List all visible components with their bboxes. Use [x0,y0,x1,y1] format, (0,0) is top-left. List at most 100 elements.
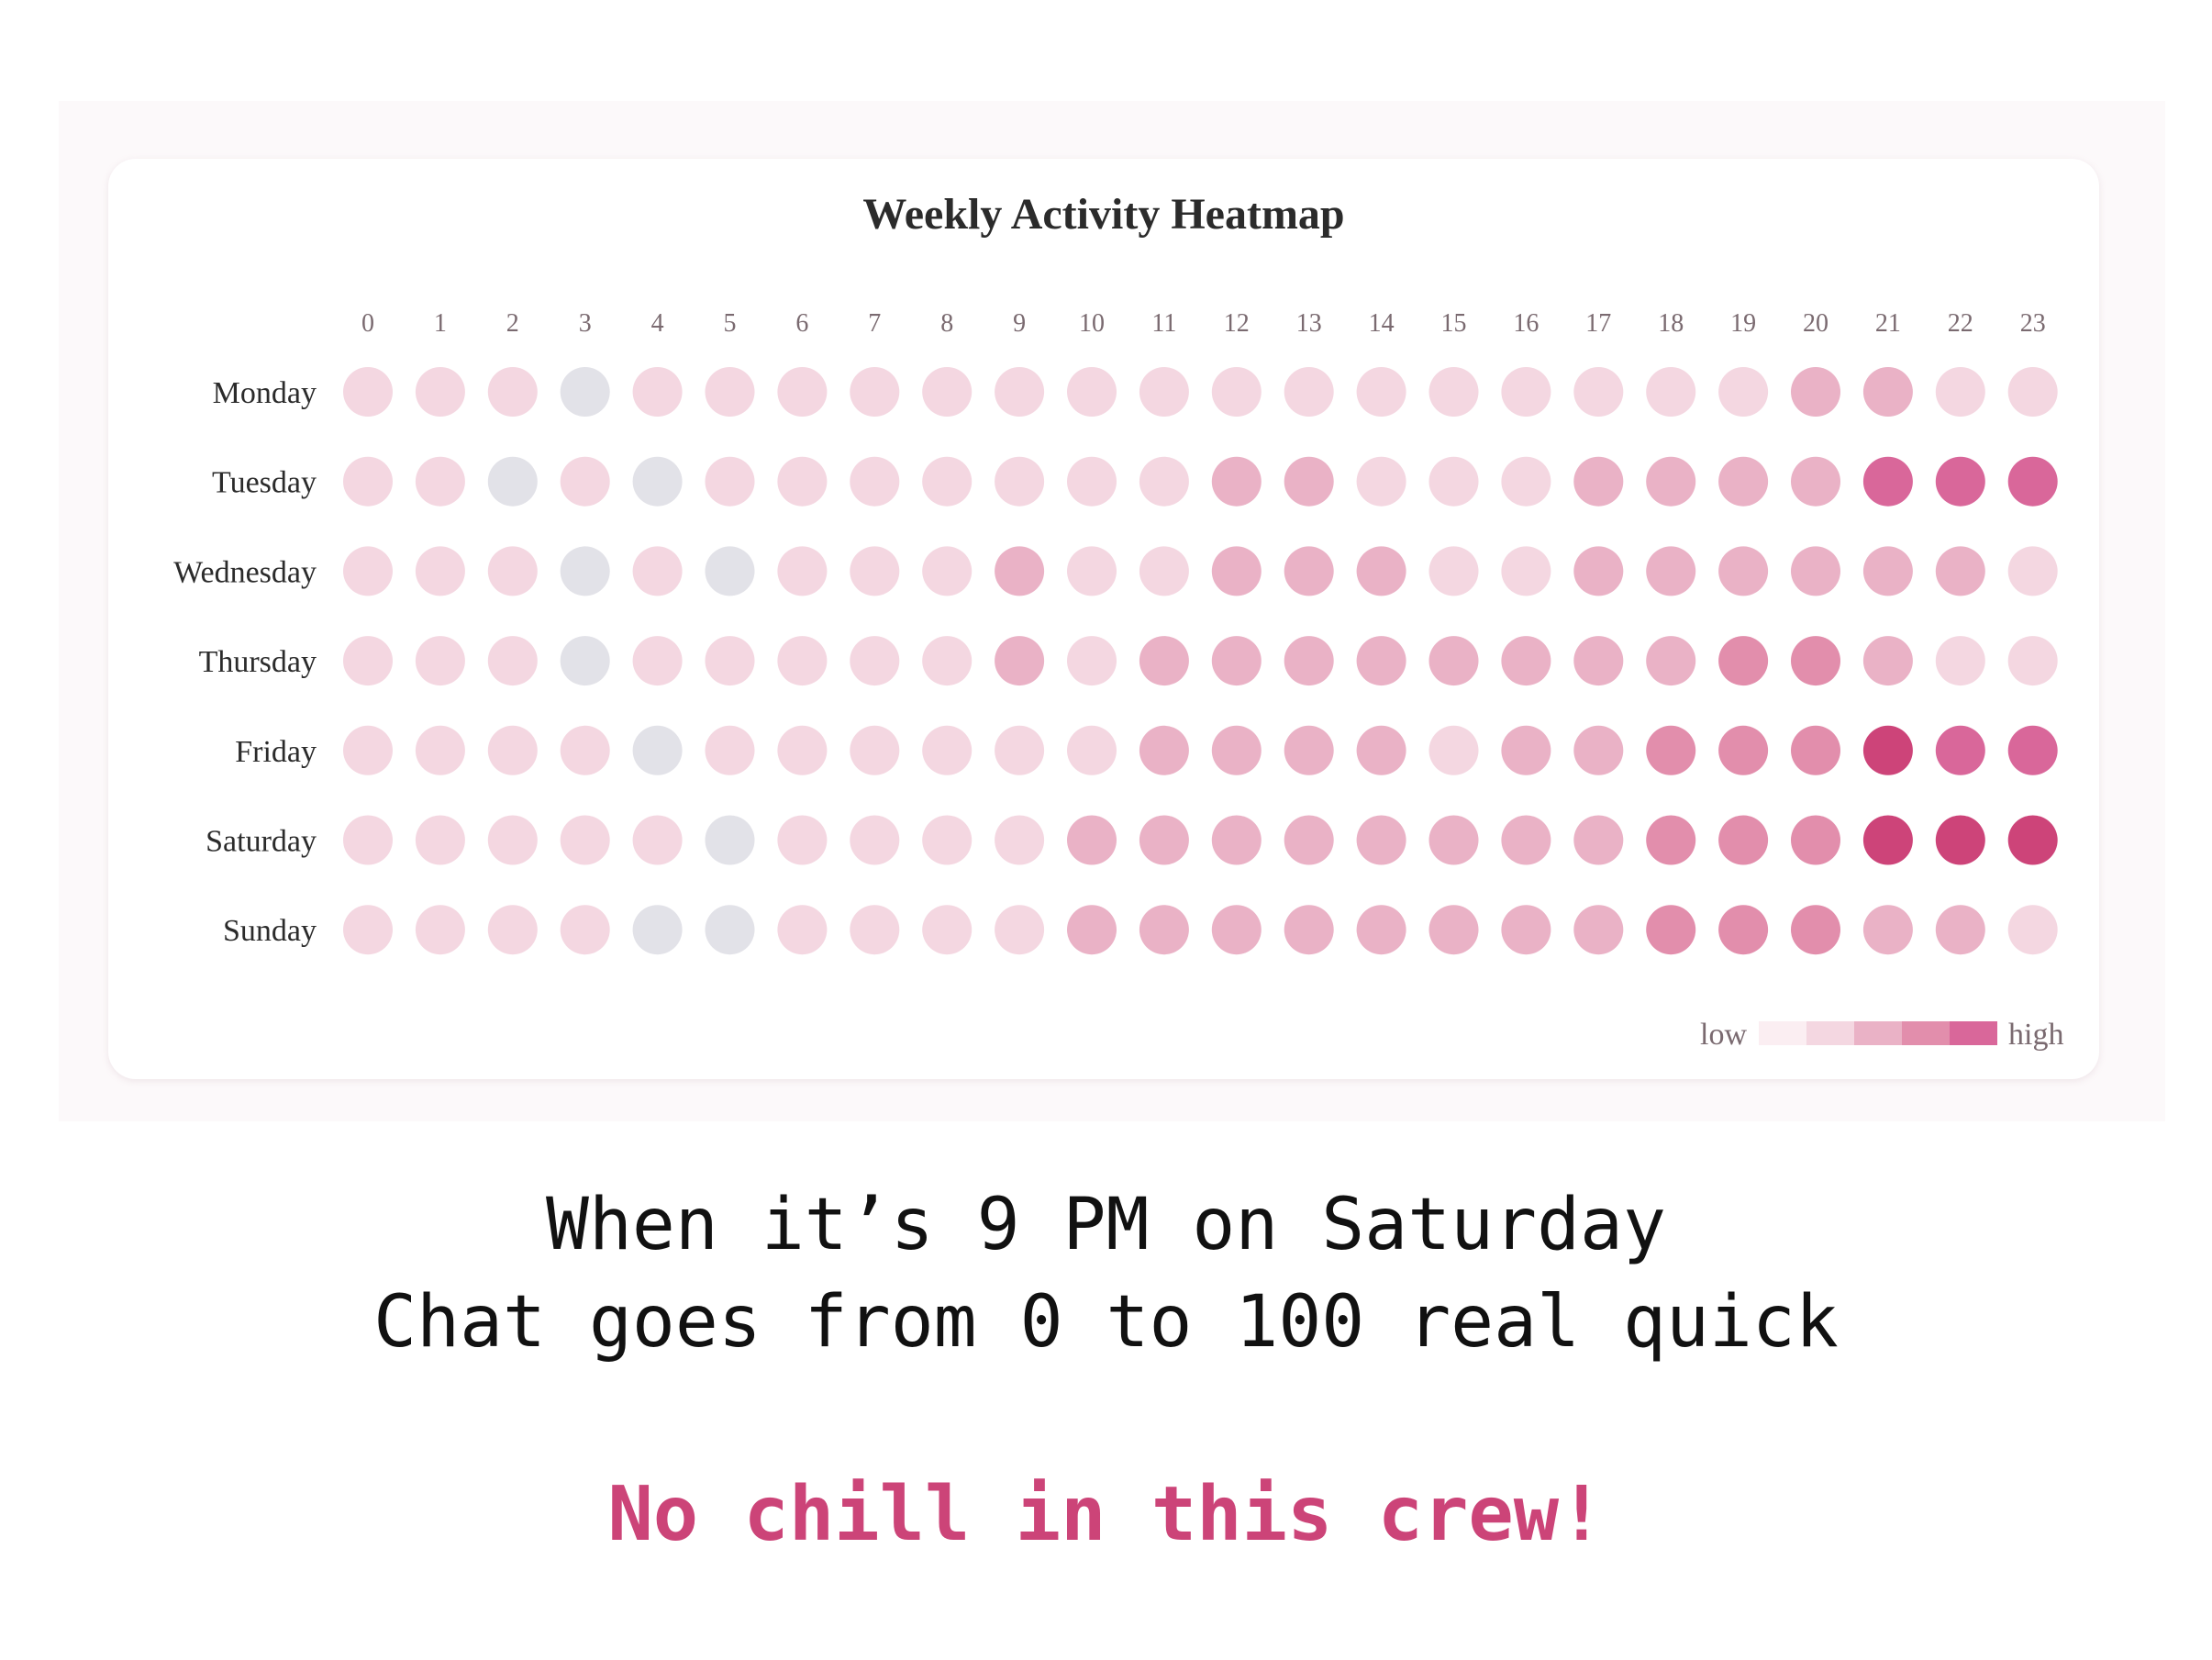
heatmap-cell [1428,367,1479,417]
heatmap-cell [1718,815,1769,865]
heatmap-cell [2007,367,2058,417]
heatmap-cell [1428,456,1479,507]
heatmap-cell [1646,815,1696,865]
heatmap-cell [1067,367,1117,417]
heatmap-cell [777,456,828,507]
heatmap-cell [560,725,610,775]
heatmap-cell [777,905,828,955]
heatmap-cell [1284,367,1334,417]
heatmap-cell [1501,546,1551,596]
heatmap-cell [1211,815,1262,865]
heatmap-cell [632,905,683,955]
heatmap-cell [1935,636,1985,686]
hour-label-5: 5 [724,309,737,338]
hour-label-9: 9 [1013,309,1026,338]
heatmap-cell [1139,905,1189,955]
heatmap-cell [343,367,393,417]
heatmap-cell [1501,636,1551,686]
heatmap-cell [1862,725,1913,775]
heatmap-cell [560,815,610,865]
legend-low-label: low [1700,1018,1747,1052]
heatmap-cell [343,815,393,865]
heatmap-cell [1862,367,1913,417]
heatmap-cell [560,905,610,955]
heatmap-cell [777,815,828,865]
heatmap-cell [415,456,465,507]
heatmap-cell [1284,546,1334,596]
heatmap-cell [1067,725,1117,775]
heatmap-cell [1935,905,1985,955]
heatmap-cell [995,456,1045,507]
legend-swatch [1902,1021,1950,1045]
hour-label-21: 21 [1875,309,1901,338]
heatmap-cell [705,546,755,596]
heatmap-cell [1573,456,1624,507]
hour-label-14: 14 [1369,309,1395,338]
heatmap-cell [1284,636,1334,686]
heatmap-cell [995,636,1045,686]
heatmap-cell [1067,456,1117,507]
heatmap-cell [487,725,538,775]
hour-label-23: 23 [2020,309,2046,338]
heatmap-cell [1935,725,1985,775]
heatmap-cell [560,456,610,507]
hour-label-1: 1 [434,309,447,338]
hour-label-4: 4 [651,309,664,338]
heatmap-cell [1356,456,1406,507]
heatmap-cell [995,725,1045,775]
hour-label-8: 8 [940,309,953,338]
heatmap-cell [487,905,538,955]
heatmap-cell [777,636,828,686]
heatmap-cell [1718,905,1769,955]
hour-label-2: 2 [506,309,519,338]
hour-label-15: 15 [1441,309,1467,338]
heatmap-cell [922,725,973,775]
heatmap-cell [1356,546,1406,596]
heatmap-cell [1646,456,1696,507]
heatmap-cell [487,546,538,596]
heatmap-cell [415,725,465,775]
heatmap-cell [1935,367,1985,417]
heatmap-cell [1211,456,1262,507]
heatmap-cell [1862,815,1913,865]
heatmap-cell [705,456,755,507]
heatmap-cell [1718,546,1769,596]
heatmap-cell [632,546,683,596]
heatmap-cell [1139,725,1189,775]
heatmap-cell [1573,367,1624,417]
hour-label-12: 12 [1224,309,1250,338]
heatmap-cell [1718,636,1769,686]
heatmap-cell [1501,815,1551,865]
heatmap-cell [560,636,610,686]
heatmap-cell [1139,456,1189,507]
heatmap-cell [2007,636,2058,686]
chart-title: Weekly Activity Heatmap [862,190,1344,239]
heatmap-cell [1139,546,1189,596]
heatmap-cell [1573,725,1624,775]
heatmap-cell [1067,815,1117,865]
heatmap-cell [777,725,828,775]
heatmap-cell [850,725,900,775]
heatmap-cell [1646,367,1696,417]
legend-swatch [1854,1021,1902,1045]
heatmap-cell [922,636,973,686]
heatmap-cell [1646,905,1696,955]
hour-label-13: 13 [1296,309,1322,338]
heatmap-cell [1935,546,1985,596]
heatmap-cell [1284,725,1334,775]
day-label-monday: Monday [213,376,317,410]
heatmap-cell [1211,905,1262,955]
heatmap-cell [1791,815,1840,865]
heatmap-cell [922,546,973,596]
heatmap-cell [922,456,973,507]
heatmap-cell [415,636,465,686]
heatmap-cell [1791,636,1840,686]
heatmap-cell [705,367,755,417]
heatmap-cell [632,815,683,865]
heatmap-cell [1646,546,1696,596]
heatmap-cell [1284,456,1334,507]
heatmap-cell [850,456,900,507]
heatmap-cell [850,367,900,417]
heatmap-cell [343,725,393,775]
heatmap-cell [1573,815,1624,865]
